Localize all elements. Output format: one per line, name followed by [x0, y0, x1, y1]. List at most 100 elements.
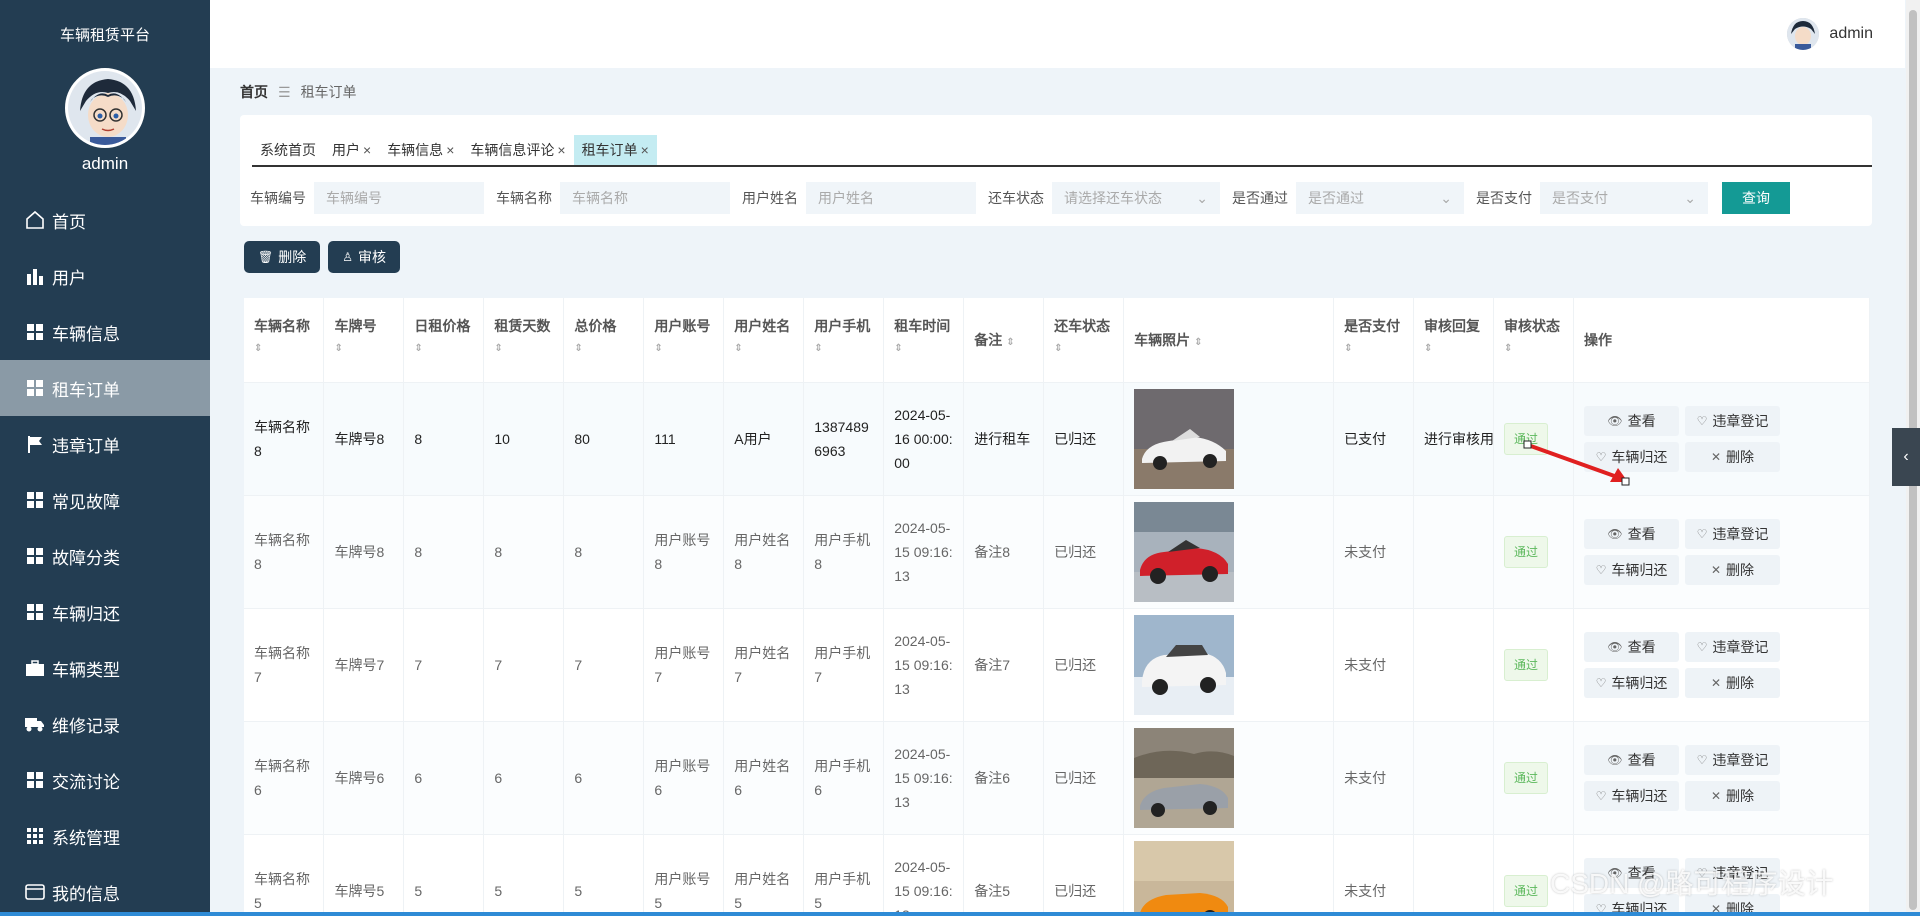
- cell-phone: 用户手机8: [803, 495, 885, 609]
- cell-note: 备注6: [963, 721, 1045, 835]
- breadcrumb: 首页 ☰ 租车订单: [240, 82, 357, 102]
- tab-users[interactable]: 用户 ×: [324, 135, 379, 165]
- cell-vehicle-name: 车辆名称8: [244, 495, 325, 609]
- breadcrumb-current: 租车订单: [300, 84, 357, 100]
- table-row[interactable]: 车辆名称7 车牌号7 7 7 7 用户账号7 用户姓名7 用户手机7 2024-…: [244, 608, 1870, 722]
- sort-icon: ⇕: [494, 343, 503, 354]
- cell-rent-time: 2024-05-15 09:16:13: [883, 721, 965, 835]
- return-status-select[interactable]: 请选择还车状态 ⌄: [1052, 182, 1220, 214]
- tab-label: 系统首页: [260, 142, 316, 158]
- cell-total: 80: [563, 382, 645, 496]
- cell-total: 6: [563, 721, 645, 835]
- column-header[interactable]: 车牌号 ⇕: [323, 298, 405, 383]
- delete-row-button[interactable]: ✕ 删除: [1685, 441, 1781, 472]
- vehicle-name-input[interactable]: 车辆名称: [560, 182, 730, 214]
- cell-phone: 13874896963: [803, 382, 885, 496]
- cell-total: 5: [563, 834, 645, 916]
- column-header[interactable]: 是否支付 ⇕: [1333, 298, 1415, 383]
- sidebar-item-repair-records[interactable]: 维修记录: [0, 696, 210, 752]
- cell-rent-time: 2024-05-15 09:16:13: [883, 608, 965, 722]
- cell-plate: 车牌号8: [323, 382, 405, 496]
- vehicle-return-button[interactable]: ♡ 车辆归还: [1584, 667, 1680, 698]
- truck-icon: [24, 713, 46, 735]
- delete-row-button[interactable]: ✕ 删除: [1685, 667, 1781, 698]
- cell-account: 用户账号8: [643, 495, 725, 609]
- column-header[interactable]: 租车时间 ⇕: [883, 298, 965, 383]
- user-name-input[interactable]: 用户姓名: [806, 182, 976, 214]
- sidebar-item-my-info[interactable]: 我的信息: [0, 864, 210, 916]
- view-button[interactable]: 👁 查看: [1584, 518, 1680, 549]
- sidebar: 车辆租赁平台 admin 首页 用户 车辆信息 租车订单 违章订单 常见故障 故…: [0, 0, 210, 916]
- cell-vehicle-name: 车辆名称8: [244, 382, 325, 496]
- column-header[interactable]: 用户姓名 ⇕: [723, 298, 805, 383]
- column-header[interactable]: 审核回复 ⇕: [1413, 298, 1495, 383]
- cell-user-name: 用户姓名6: [723, 721, 805, 835]
- tab-rental-orders[interactable]: 租车订单 ×: [573, 135, 657, 165]
- cell-rent-time: 2024-05-15 09:16:13: [883, 495, 965, 609]
- column-header[interactable]: 车辆照片 ⇕: [1123, 298, 1335, 383]
- sidebar-item-common-faults[interactable]: 常见故障: [0, 472, 210, 528]
- collapse-panel-button[interactable]: ‹: [1892, 428, 1920, 486]
- query-button[interactable]: 查询: [1722, 182, 1790, 214]
- violation-register-button[interactable]: ♡ 违章登记: [1685, 744, 1781, 775]
- sidebar-item-vehicle-return[interactable]: 车辆归还: [0, 584, 210, 640]
- cell-daily-price: 8: [403, 495, 485, 609]
- view-button[interactable]: 👁 查看: [1584, 405, 1680, 436]
- delete-row-button[interactable]: ✕ 删除: [1685, 554, 1781, 585]
- close-icon[interactable]: ×: [557, 142, 565, 158]
- sidebar-item-system-management[interactable]: 系统管理: [0, 808, 210, 864]
- breadcrumb-home[interactable]: 首页: [240, 82, 268, 102]
- cell-total: 7: [563, 608, 645, 722]
- audit-button[interactable]: ♙ 审核: [328, 241, 400, 273]
- sidebar-item-rental-orders[interactable]: 租车订单: [0, 360, 210, 416]
- table-row[interactable]: 车辆名称8 车牌号8 8 8 8 用户账号8 用户姓名8 用户手机8 2024-…: [244, 495, 1870, 609]
- sidebar-item-fault-categories[interactable]: 故障分类: [0, 528, 210, 584]
- cell-plate: 车牌号7: [323, 608, 405, 722]
- close-icon[interactable]: ×: [641, 142, 649, 158]
- column-header[interactable]: 用户手机 ⇕: [803, 298, 885, 383]
- cell-rent-time: 2024-05-15 09:16:13: [883, 834, 965, 916]
- sidebar-item-users[interactable]: 用户: [0, 248, 210, 304]
- vehicle-return-button[interactable]: ♡ 车辆归还: [1584, 780, 1680, 811]
- table-header: 车辆名称 ⇕ 车牌号 ⇕ 日租价格 ⇕ 租赁天数 ⇕ 总价格 ⇕ 用户账号 ⇕ 用户姓名 ⇕ …: [244, 298, 1870, 383]
- sidebar-item-home[interactable]: 首页: [0, 192, 210, 248]
- column-header[interactable]: 备注 ⇕: [963, 298, 1045, 383]
- sidebar-item-discussions[interactable]: 交流讨论: [0, 752, 210, 808]
- delete-button[interactable]: 🗑 删除: [244, 241, 321, 273]
- user-menu[interactable]: admin: [1787, 18, 1873, 50]
- violation-register-button[interactable]: ♡ 违章登记: [1685, 518, 1781, 549]
- vehicle-number-input[interactable]: 车辆编号: [314, 182, 484, 214]
- tab-system-home[interactable]: 系统首页: [252, 135, 324, 165]
- view-button[interactable]: 👁 查看: [1584, 631, 1680, 662]
- column-header[interactable]: 日租价格 ⇕: [403, 298, 485, 383]
- column-header[interactable]: 车辆名称 ⇕: [244, 298, 325, 383]
- view-button[interactable]: 👁 查看: [1584, 744, 1680, 775]
- close-icon[interactable]: ×: [446, 142, 454, 158]
- column-header[interactable]: 租赁天数 ⇕: [483, 298, 565, 383]
- violation-register-button[interactable]: ♡ 违章登记: [1685, 631, 1781, 662]
- column-header[interactable]: 总价格 ⇕: [563, 298, 645, 383]
- sidebar-item-violation-orders[interactable]: 违章订单: [0, 416, 210, 472]
- audit-label: 审核: [358, 249, 386, 265]
- tab-vehicle-info[interactable]: 车辆信息 ×: [379, 135, 462, 165]
- cell-vehicle-name: 车辆名称7: [244, 608, 325, 722]
- approved-select[interactable]: 是否通过 ⌄: [1296, 182, 1464, 214]
- paid-select[interactable]: 是否支付 ⌄: [1540, 182, 1708, 214]
- sidebar-item-vehicle-types[interactable]: 车辆类型: [0, 640, 210, 696]
- status-badge: 通过: [1504, 648, 1549, 681]
- search-panel: 系统首页 用户 × 车辆信息 × 车辆信息评论 × 租车订单 × 车辆编号 车辆编号 车…: [240, 115, 1872, 226]
- violation-register-button[interactable]: ♡ 违章登记: [1685, 405, 1781, 436]
- car-photo-white-suv: [1134, 614, 1235, 715]
- column-header[interactable]: 审核状态 ⇕: [1493, 298, 1575, 383]
- close-icon[interactable]: ×: [363, 142, 371, 158]
- sidebar-item-vehicle-info[interactable]: 车辆信息: [0, 304, 210, 360]
- sort-icon: ⇕: [414, 343, 423, 354]
- grid-icon: [24, 769, 46, 791]
- column-header[interactable]: 用户账号 ⇕: [643, 298, 725, 383]
- vehicle-return-button[interactable]: ♡ 车辆归还: [1584, 554, 1680, 585]
- column-header[interactable]: 还车状态 ⇕: [1043, 298, 1125, 383]
- tab-vehicle-comments[interactable]: 车辆信息评论 ×: [462, 135, 573, 165]
- delete-row-button[interactable]: ✕ 删除: [1685, 780, 1781, 811]
- table-row[interactable]: 车辆名称6 车牌号6 6 6 6 用户账号6 用户姓名6 用户手机6 2024-…: [244, 721, 1870, 835]
- cell-user-name: A用户: [723, 382, 805, 496]
